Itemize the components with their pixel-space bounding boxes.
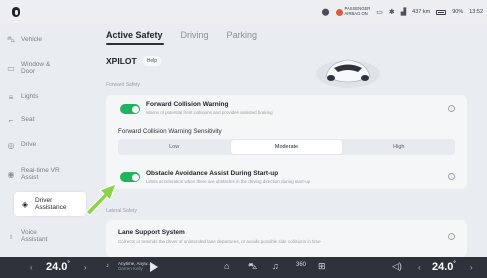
oaa-row: Obstacle Avoidance Assist During Start-u… [106,161,467,189]
airbag-label-2: AIRBAG ON [344,11,368,16]
lss-title: Lane Support System [118,229,185,236]
sidebar-item-label: Driver Assistance [35,196,67,212]
sidebar-item-vehicle[interactable]: ⛍ Vehicle [0,28,80,52]
light-icon: ≡ [8,92,14,102]
tab-parking[interactable]: Parking [227,30,258,40]
fcw-title: Forward Collision Warning [146,101,229,108]
tab-active-safety[interactable]: Active Safety [106,30,163,40]
sensitivity-selector: Low Moderate High [118,139,455,155]
bottom-bar: ‹ 24.0° › ♪ Anytime, Anyw... Darren Kell… [0,257,487,278]
sidebar-item-label: Window & Door [21,60,51,76]
highlight-arrow-icon [85,183,117,216]
sidebar-item-label: Voice Assistant [21,228,48,244]
info-icon[interactable]: › [448,173,455,180]
temp-increase-left-icon[interactable]: › [84,263,87,272]
sidebar-item-driver-assistance[interactable]: ◈ Driver Assistance [14,192,86,216]
oaa-title: Obstacle Avoidance Assist During Start-u… [146,170,279,177]
status-bar: ⬤ PASSENGER AIRBAG ON ▭ ✱ ▟ 437 km 90% 13… [0,0,487,24]
sensitivity-title: Forward Collision Warning Sensitivity [118,128,222,135]
range-readout: 437 km [412,9,431,15]
home-icon[interactable]: ⌂ [224,261,229,271]
sidebar-item-vr-assist[interactable]: ◉ Real-time VR Assist [0,162,80,186]
airbag-icon [335,8,343,16]
chevron-right-icon[interactable]: › [448,233,455,240]
play-icon[interactable] [150,262,158,272]
tab-bar: Active Safety Driving Parking [106,30,257,40]
sensitivity-low[interactable]: Low [119,140,229,154]
car-mode-icon[interactable]: ⛍ [248,261,257,273]
sidebar-item-drive[interactable]: ◎ Drive [0,133,80,157]
temp-decrease-left-icon[interactable]: ‹ [30,263,33,272]
location-pin-icon: ⬤ [321,9,330,16]
forward-safety-card: Forward Collision Warning Warns of poten… [106,95,467,189]
window-icon: ▭ [7,63,15,73]
battery-icon [436,9,447,15]
lateral-safety-card: Lane Support System Corrects or reminds … [106,220,467,257]
lss-desc: Corrects or reminds the driver of uninte… [118,239,321,244]
bluetooth-icon: ✱ [388,9,395,16]
sidebar-item-window-door[interactable]: ▭ Window & Door [0,56,80,80]
temp-right-value: 24.0 [432,261,454,273]
temp-increase-right-icon[interactable]: › [470,263,473,272]
info-icon[interactable]: › [448,105,455,112]
seat-icon: ⌐ [8,115,14,125]
assist-icon: ◈ [21,199,29,209]
main-panel: Active Safety Driving Parking XPILOT Hel… [96,24,476,257]
music-icon[interactable]: ♫ [272,261,279,271]
oaa-toggle[interactable] [120,172,140,182]
media-subtitle: Darren Kelly [118,266,143,271]
sidebar-item-label: Lights [21,93,39,101]
sidebar-item-label: Real-time VR Assist [21,166,60,182]
temp-right-unit: ° [453,261,456,267]
help-button[interactable]: Help [142,56,161,66]
temp-left-value: 24.0 [46,261,68,273]
tab-driving[interactable]: Driving [181,30,209,40]
car-illustration-icon [316,59,380,88]
sensitivity-high[interactable]: High [344,140,454,154]
xpilot-header: XPILOT Help [106,56,161,66]
temp-decrease-right-icon[interactable]: ‹ [418,263,421,272]
fcw-desc: Warns of potential front collisions and … [146,110,273,115]
settings-sidebar: ⛍ Vehicle ▭ Window & Door ≡ Lights ⌐ Sea… [0,24,86,257]
car-icon: ⛍ [6,35,16,44]
xpilot-title: XPILOT [106,56,137,66]
sidebar-item-seat[interactable]: ⌐ Seat [0,108,80,132]
tab-underline [106,43,164,45]
card-icon: ▭ [376,9,383,16]
sidebar-item-lights[interactable]: ≡ Lights [0,85,80,109]
vr-icon: ◉ [7,169,15,179]
sidebar-item-voice-assistant[interactable]: ♁ Voice Assistant [0,224,80,248]
media-info[interactable]: Anytime, Anyw... Darren Kelly [118,261,151,271]
steering-icon: ◎ [7,140,15,150]
temp-left-unit: ° [67,261,70,267]
airbag-status: PASSENGER AIRBAG ON [335,7,370,16]
mic-icon: ♁ [8,231,14,241]
oaa-desc: Limits acceleration when there are obsta… [146,179,311,184]
temp-right[interactable]: 24.0° [432,261,456,273]
volume-icon[interactable]: ◁) [392,261,402,272]
sidebar-item-label: Seat [21,116,35,124]
music-note-icon: ♪ [106,263,109,269]
fcw-row: Forward Collision Warning Warns of poten… [106,95,467,121]
clock: 13:52 [469,9,483,15]
brand-logo-icon [12,7,20,17]
sensitivity-moderate[interactable]: Moderate [231,140,342,154]
sidebar-item-label: Vehicle [21,36,42,44]
section-label-forward: Forward Safety [106,82,140,88]
apps-grid-icon[interactable]: ⊞ [318,261,326,272]
battery-percent: 90% [452,9,464,15]
fcw-toggle[interactable] [120,104,140,114]
signal-icon: ▟ [400,9,407,16]
camera-360-button[interactable]: 360 [296,262,306,268]
temp-left[interactable]: 24.0° [46,261,70,273]
sidebar-item-label: Drive [21,141,37,149]
